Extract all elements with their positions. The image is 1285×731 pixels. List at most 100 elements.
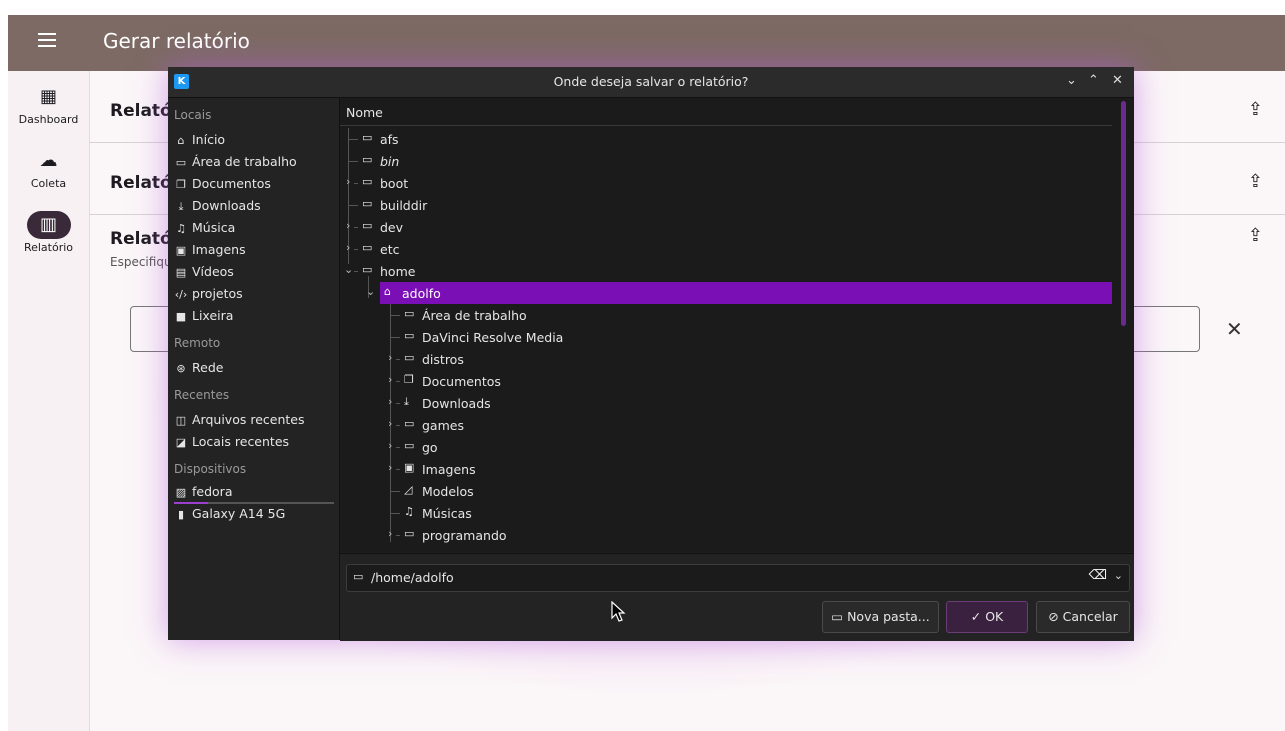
place-locais-recentes[interactable]: ◪ Locais recentes [174, 434, 289, 449]
nav-item-relatorio[interactable]: ▥ Relatório [8, 211, 89, 254]
path-bar: ▭ /home/adolfo ⌫ ⌄ ▭ Nova pasta... ✓ OK … [340, 553, 1134, 641]
button-label: OK [985, 609, 1004, 624]
place-musica[interactable]: ♫ Música [174, 220, 235, 235]
place-lixeira[interactable]: ■ Lixeira [174, 308, 234, 323]
places-section-dispositivos: Dispositivos [174, 462, 247, 476]
tree-row[interactable]: › ❐ Documentos [340, 370, 1112, 392]
network-icon: ⊛ [176, 362, 186, 375]
tree-row[interactable]: › ▭ programando [340, 524, 1112, 546]
tree-row[interactable]: ▭ Área de trabalho [340, 304, 1112, 326]
recent-files-icon: ◫ [175, 414, 187, 427]
tree-row-selected[interactable]: ⌂ adolfo [380, 282, 1112, 304]
dashboard-icon: ▦ [39, 86, 57, 107]
folder-icon: ▭ [362, 175, 373, 188]
path-input[interactable]: ▭ /home/adolfo ⌫ ⌄ [346, 564, 1130, 592]
ok-button[interactable]: ✓ OK [946, 601, 1028, 633]
download-icon: ⤓ [404, 395, 409, 408]
tree-row[interactable]: ♫ Músicas [340, 502, 1112, 524]
folder-icon: ▭ [404, 527, 415, 540]
place-fedora[interactable]: ▨ fedora [174, 484, 233, 499]
chevron-right-icon[interactable]: › [388, 395, 398, 408]
tree-row[interactable]: ▭ builddir [340, 194, 1112, 216]
folder-icon: ▭ [404, 329, 415, 342]
tree-row[interactable]: ⌄ ▭ home [340, 260, 1112, 282]
dialog-titlebar: K Onde deseja salvar o relatório? ⌄ ⌃ ✕ [168, 67, 1134, 98]
nav-item-coleta[interactable]: ☁ Coleta [8, 147, 89, 190]
chevron-right-icon[interactable]: › [388, 417, 398, 430]
tree-row[interactable]: ▭ afs [340, 128, 1112, 150]
close-icon[interactable]: ✕ [1112, 73, 1123, 88]
place-documentos[interactable]: ❐ Documentos [174, 176, 271, 191]
download-icon: ⤓ [178, 200, 184, 213]
chevron-right-icon[interactable]: › [346, 175, 356, 188]
minimize-icon[interactable]: ⌄ [1066, 73, 1077, 88]
scrollbar[interactable] [1121, 101, 1126, 326]
place-area-de-trabalho[interactable]: ▭ Área de trabalho [174, 154, 297, 169]
place-label: Lixeira [192, 308, 234, 323]
image-icon: ▣ [175, 244, 187, 257]
chevron-down-icon[interactable]: ⌄ [1114, 569, 1123, 582]
phone-icon: ▮ [177, 508, 185, 521]
tree-row[interactable]: › ▭ go [340, 436, 1112, 458]
top-app-bar: Gerar relatório [8, 15, 1285, 71]
menu-icon[interactable] [38, 33, 56, 47]
nav-label: Dashboard [18, 113, 79, 126]
video-icon: ▤ [175, 266, 187, 279]
chevron-down-icon[interactable]: ⌄ [366, 285, 375, 298]
place-videos[interactable]: ▤ Vídeos [174, 264, 234, 279]
row-label: Músicas [422, 506, 472, 521]
place-arquivos-recentes[interactable]: ◫ Arquivos recentes [174, 412, 305, 427]
place-imagens[interactable]: ▣ Imagens [174, 242, 246, 257]
place-inicio[interactable]: ⌂ Início [174, 132, 226, 147]
documents-icon: ❐ [176, 178, 186, 191]
cancel-button[interactable]: ⊘ Cancelar [1036, 601, 1130, 633]
save-file-dialog: K Onde deseja salvar o relatório? ⌄ ⌃ ✕ … [168, 67, 1134, 641]
place-galaxy[interactable]: ▮ Galaxy A14 5G [174, 506, 285, 521]
place-projetos[interactable]: ‹/› projetos [174, 286, 243, 301]
place-label: Downloads [192, 198, 261, 213]
place-rede[interactable]: ⊛ Rede [174, 360, 223, 375]
cloud-upload-icon: ☁ [39, 150, 58, 171]
share-icon[interactable]: ⇪ [1248, 99, 1263, 120]
chevron-right-icon[interactable]: › [388, 439, 398, 452]
nav-item-dashboard[interactable]: ▦ Dashboard [8, 83, 89, 126]
tree-row[interactable]: › ▣ Imagens [340, 458, 1112, 480]
tree-row[interactable]: › ▭ boot [340, 172, 1112, 194]
tree-row[interactable]: › ⤓ Downloads [340, 392, 1112, 414]
close-icon[interactable]: ✕ [1226, 317, 1243, 341]
chevron-right-icon[interactable]: › [388, 351, 398, 364]
chevron-right-icon[interactable]: › [388, 527, 398, 540]
tree-row[interactable]: ◿ Modelos [340, 480, 1112, 502]
tree-row[interactable]: ▭ DaVinci Resolve Media [340, 326, 1112, 348]
maximize-icon[interactable]: ⌃ [1088, 73, 1099, 88]
row-label: dev [380, 220, 404, 235]
tree-row[interactable]: › ▭ etc [340, 238, 1112, 260]
new-folder-button[interactable]: ▭ Nova pasta... [822, 601, 939, 633]
template-icon: ◿ [404, 483, 413, 496]
tree-row[interactable]: › ▭ distros [340, 348, 1112, 370]
chevron-right-icon[interactable]: › [346, 241, 356, 254]
folder-icon: ▭ [353, 570, 364, 583]
share-icon[interactable]: ⇪ [1248, 171, 1263, 192]
chevron-down-icon[interactable]: ⌄ [344, 263, 354, 276]
share-icon[interactable]: ⇪ [1248, 225, 1263, 246]
nav-label: Relatório [23, 241, 74, 254]
tree-row[interactable]: ▭ bin [340, 150, 1112, 172]
chart-icon: ▥ [26, 211, 71, 239]
tree-row[interactable]: › ▭ dev [340, 216, 1112, 238]
chevron-right-icon[interactable]: › [388, 461, 398, 474]
capacity-bar [174, 502, 334, 504]
chevron-right-icon[interactable]: › [346, 219, 356, 232]
clear-text-icon[interactable]: ⌫ [1089, 568, 1107, 583]
column-header-name[interactable]: Nome [340, 98, 1112, 126]
tree-row[interactable]: › ▭ games [340, 414, 1112, 436]
folder-icon: ▭ [362, 197, 373, 210]
chevron-right-icon[interactable]: › [388, 373, 398, 386]
page-title: Gerar relatório [103, 29, 250, 53]
documents-icon: ❐ [404, 373, 414, 386]
folder-icon: ▭ [362, 219, 373, 232]
music-icon: ♫ [176, 222, 186, 235]
row-label: distros [422, 352, 464, 367]
place-downloads[interactable]: ⤓ Downloads [174, 198, 261, 214]
check-icon: ✓ [970, 609, 986, 624]
